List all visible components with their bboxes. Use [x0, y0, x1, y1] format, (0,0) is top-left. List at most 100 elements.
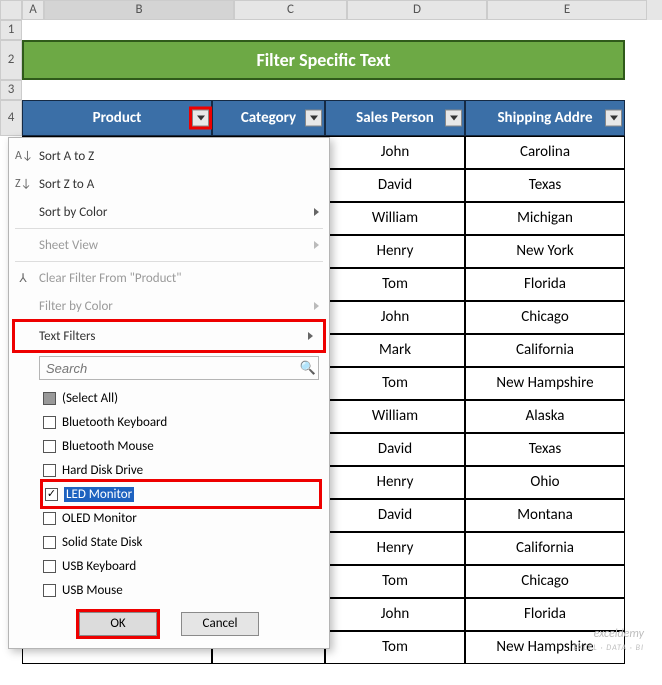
cell-sales[interactable]: David	[325, 499, 465, 532]
chk-select-all[interactable]: (Select All)	[43, 386, 319, 410]
cell-ship[interactable]: Florida	[465, 598, 625, 631]
filter-search[interactable]: 🔍	[39, 356, 319, 380]
text-filters[interactable]: Text Filters	[15, 322, 323, 350]
text-filters-label: Text Filters	[39, 329, 95, 344]
header-ship-label: Shipping Addre	[497, 109, 592, 127]
cell-sales[interactable]: Henry	[325, 466, 465, 499]
sort-za-icon: Z↓	[15, 177, 31, 191]
menu-buttons: OK Cancel	[9, 612, 329, 636]
cell-ship[interactable]: Michigan	[465, 202, 625, 235]
cell-ship[interactable]: Carolina	[465, 136, 625, 169]
chevron-down-icon	[310, 116, 318, 121]
cancel-button[interactable]: Cancel	[181, 612, 259, 636]
cell-ship[interactable]: California	[465, 334, 625, 367]
clear-filter-label: Clear Filter From "Product"	[39, 271, 181, 286]
filter-dropdown-ship[interactable]	[605, 110, 622, 127]
cell-sales[interactable]: Tom	[325, 268, 465, 301]
col-header-e[interactable]: E	[487, 0, 647, 20]
chk-led-monitor[interactable]: LED Monitor	[43, 482, 319, 506]
checkbox-icon	[43, 536, 56, 549]
cell-ship[interactable]: New York	[465, 235, 625, 268]
row-header-1[interactable]: 1	[0, 20, 22, 40]
cell-ship[interactable]: Chicago	[465, 565, 625, 598]
cell-ship[interactable]: Alaska	[465, 400, 625, 433]
cell-sales[interactable]: Tom	[325, 565, 465, 598]
cell-ship[interactable]: New Hampshire	[465, 631, 625, 664]
clear-filter-icon: ⅄	[15, 271, 31, 286]
chevron-right-icon	[314, 241, 319, 249]
cell-sales[interactable]: David	[325, 433, 465, 466]
cell-sales[interactable]: John	[325, 301, 465, 334]
checkbox-icon	[43, 512, 56, 525]
clear-filter: ⅄ Clear Filter From "Product"	[9, 264, 329, 292]
col-header-a[interactable]: A	[22, 0, 44, 20]
table-header-row: Product Category Sales Person Shipping A…	[22, 100, 625, 136]
ok-button[interactable]: OK	[79, 612, 157, 636]
cell-sales[interactable]: John	[325, 136, 465, 169]
chk-bluetooth-mouse[interactable]: Bluetooth Mouse	[43, 434, 319, 458]
filter-dropdown-category[interactable]	[305, 110, 322, 127]
sort-by-color-label: Sort by Color	[39, 205, 107, 220]
cell-ship[interactable]: Chicago	[465, 301, 625, 334]
chk-hard-disk-drive[interactable]: Hard Disk Drive	[43, 458, 319, 482]
cell-sales[interactable]: William	[325, 202, 465, 235]
cell-ship[interactable]: Texas	[465, 433, 625, 466]
chk-label: Solid State Disk	[62, 535, 142, 550]
chk-label: OLED Monitor	[62, 511, 137, 526]
cell-ship[interactable]: Texas	[465, 169, 625, 202]
cell-sales[interactable]: Tom	[325, 367, 465, 400]
sort-az[interactable]: A↓ Sort A to Z	[9, 142, 329, 170]
filter-checkbox-list: (Select All) Bluetooth Keyboard Bluetoot…	[43, 386, 319, 602]
chevron-down-icon	[450, 116, 458, 121]
cell-ship[interactable]: Ohio	[465, 466, 625, 499]
header-category: Category	[212, 100, 325, 136]
cell-sales[interactable]: Tom	[325, 631, 465, 664]
header-product-label: Product	[93, 109, 142, 127]
cell-ship[interactable]: Florida	[465, 268, 625, 301]
row-header-2[interactable]: 2	[0, 40, 22, 80]
chevron-right-icon	[314, 208, 319, 216]
chevron-down-icon	[610, 116, 618, 121]
row-header-4[interactable]: 4	[0, 100, 22, 136]
cell-sales[interactable]: John	[325, 598, 465, 631]
chevron-right-icon	[308, 332, 313, 340]
cell-ship[interactable]: Montana	[465, 499, 625, 532]
filter-dropdown-product[interactable]	[192, 110, 209, 127]
select-all-corner[interactable]	[0, 0, 22, 20]
header-category-label: Category	[241, 109, 296, 127]
sort-by-color[interactable]: Sort by Color	[9, 198, 329, 226]
col-header-c[interactable]: C	[234, 0, 347, 20]
filter-by-color: Filter by Color	[9, 292, 329, 320]
menu-separator	[15, 228, 323, 229]
chk-bluetooth-keyboard[interactable]: Bluetooth Keyboard	[43, 410, 319, 434]
chk-usb-keyboard[interactable]: USB Keyboard	[43, 554, 319, 578]
header-sales-label: Sales Person	[356, 109, 434, 127]
checkbox-icon	[45, 488, 58, 501]
row-header-3[interactable]: 3	[0, 80, 22, 100]
sort-az-label: Sort A to Z	[39, 149, 94, 164]
filter-by-color-label: Filter by Color	[39, 299, 113, 314]
checkbox-icon	[43, 560, 56, 573]
col-header-d[interactable]: D	[347, 0, 487, 20]
col-header-b[interactable]: B	[44, 0, 234, 20]
filter-menu: A↓ Sort A to Z Z↓ Sort Z to A Sort by Co…	[8, 137, 330, 649]
header-sales: Sales Person	[325, 100, 465, 136]
chk-label: Bluetooth Keyboard	[62, 415, 167, 430]
filter-search-input[interactable]	[40, 361, 298, 376]
cell-sales[interactable]: David	[325, 169, 465, 202]
chevron-right-icon	[314, 302, 319, 310]
chk-oled-monitor[interactable]: OLED Monitor	[43, 506, 319, 530]
cell-sales[interactable]: William	[325, 400, 465, 433]
row-headers: 1 2 3 4	[0, 20, 22, 136]
cell-sales[interactable]: Mark	[325, 334, 465, 367]
cell-ship[interactable]: New Hampshire	[465, 367, 625, 400]
chk-usb-mouse[interactable]: USB Mouse	[43, 578, 319, 602]
filter-dropdown-sales[interactable]	[445, 110, 462, 127]
cell-ship[interactable]: California	[465, 532, 625, 565]
cell-sales[interactable]: Henry	[325, 235, 465, 268]
chk-label: USB Keyboard	[62, 559, 136, 574]
checkbox-icon	[43, 440, 56, 453]
chk-solid-state-disk[interactable]: Solid State Disk	[43, 530, 319, 554]
sort-za[interactable]: Z↓ Sort Z to A	[9, 170, 329, 198]
cell-sales[interactable]: Henry	[325, 532, 465, 565]
